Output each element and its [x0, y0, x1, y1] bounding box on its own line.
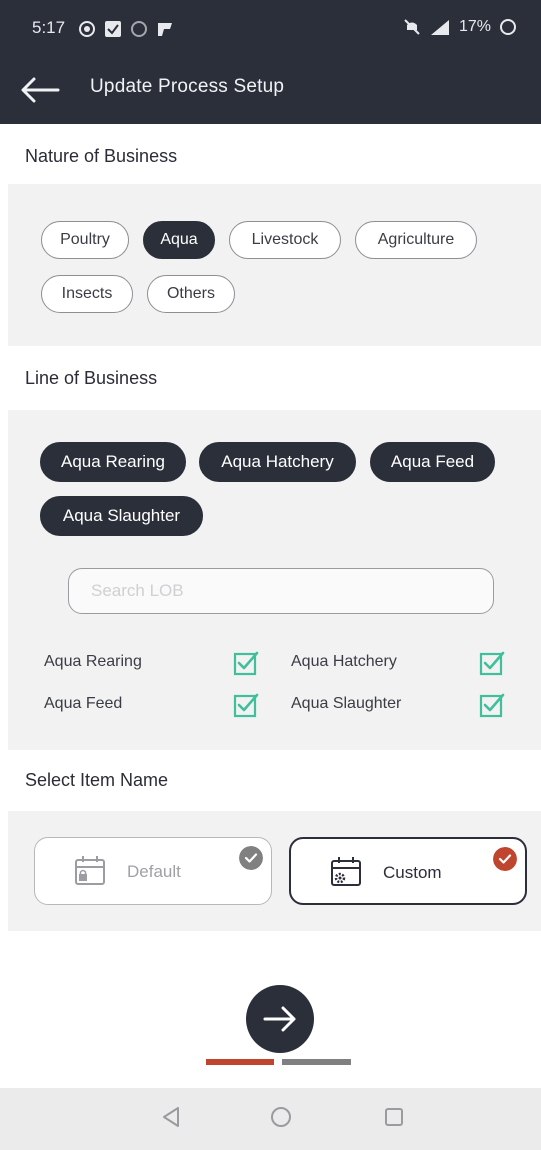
check-circle-icon: [239, 846, 263, 870]
nav-home-icon[interactable]: [270, 1106, 292, 1128]
selected-lob-chip-aqua-slaughter[interactable]: Aqua Slaughter: [40, 496, 203, 536]
item-option-default-label: Default: [127, 862, 181, 881]
status-time: 5:17: [32, 18, 66, 37]
nature-of-business-panel: Poultry Aqua Livestock Agriculture Insec…: [8, 184, 541, 346]
battery-percent: 17%: [458, 18, 491, 35]
selected-lob-chip-aqua-hatchery[interactable]: Aqua Hatchery: [199, 442, 356, 482]
search-lob-input[interactable]: [91, 581, 471, 601]
lob-item-label-aqua-feed: Aqua Feed: [44, 695, 123, 712]
circle-notification-icon: [131, 21, 147, 37]
lob-item-label-aqua-rearing: Aqua Rearing: [44, 653, 142, 670]
calendar-lock-icon: [75, 856, 105, 885]
lob-item-label-aqua-hatchery: Aqua Hatchery: [291, 653, 397, 670]
selected-lob-chip-aqua-rearing[interactable]: Aqua Rearing: [40, 442, 186, 482]
nav-back-icon[interactable]: [160, 1106, 182, 1128]
chip-poultry[interactable]: Poultry: [41, 221, 129, 259]
checkbox-checked-icon[interactable]: [479, 650, 505, 676]
item-option-custom[interactable]: Custom: [289, 837, 527, 905]
mute-icon: [404, 19, 420, 35]
search-lob-field[interactable]: [68, 568, 494, 614]
app-notification-icon: [158, 23, 172, 36]
checkbox-checked-icon[interactable]: [479, 692, 505, 718]
chip-livestock[interactable]: Livestock: [229, 221, 341, 259]
item-option-default[interactable]: Default: [34, 837, 272, 905]
signal-icon: [430, 20, 449, 35]
select-item-name-label: Select Item Name: [25, 770, 169, 790]
calendar-settings-icon: [331, 857, 361, 886]
line-of-business-panel: Aqua Rearing Aqua Hatchery Aqua Feed Aqu…: [8, 410, 541, 750]
check-circle-icon: [493, 847, 517, 871]
chip-aqua[interactable]: Aqua: [143, 221, 215, 259]
checkbox-checked-icon[interactable]: [233, 650, 259, 676]
selected-lob-chip-aqua-feed[interactable]: Aqua Feed: [370, 442, 495, 482]
lob-item-label-aqua-slaughter: Aqua Slaughter: [291, 695, 402, 712]
chip-agriculture[interactable]: Agriculture: [355, 221, 477, 259]
back-arrow-icon[interactable]: [20, 76, 60, 104]
nature-of-business-label: Nature of Business: [25, 146, 178, 166]
select-item-name-panel: Default Custom: [8, 811, 541, 931]
chip-insects[interactable]: Insects: [41, 275, 133, 313]
step-indicator-active: [206, 1059, 274, 1065]
battery-icon: [500, 19, 516, 35]
system-navigation-bar: [0, 1088, 541, 1150]
chip-others[interactable]: Others: [147, 275, 235, 313]
record-icon: [79, 21, 95, 37]
line-of-business-label: Line of Business: [25, 368, 158, 388]
step-indicator-inactive: [282, 1059, 351, 1065]
checkbox-notification-icon: [105, 21, 121, 37]
app-bar: Update Process Setup: [0, 56, 541, 124]
checkbox-checked-icon[interactable]: [233, 692, 259, 718]
page-title: Update Process Setup: [90, 76, 285, 97]
item-option-custom-label: Custom: [383, 863, 442, 882]
next-button[interactable]: [246, 985, 314, 1053]
status-bar: 5:17 17%: [0, 0, 541, 56]
status-right: 17%: [403, 18, 517, 36]
arrow-right-icon: [263, 1006, 296, 1032]
nav-recents-icon[interactable]: [383, 1106, 405, 1128]
